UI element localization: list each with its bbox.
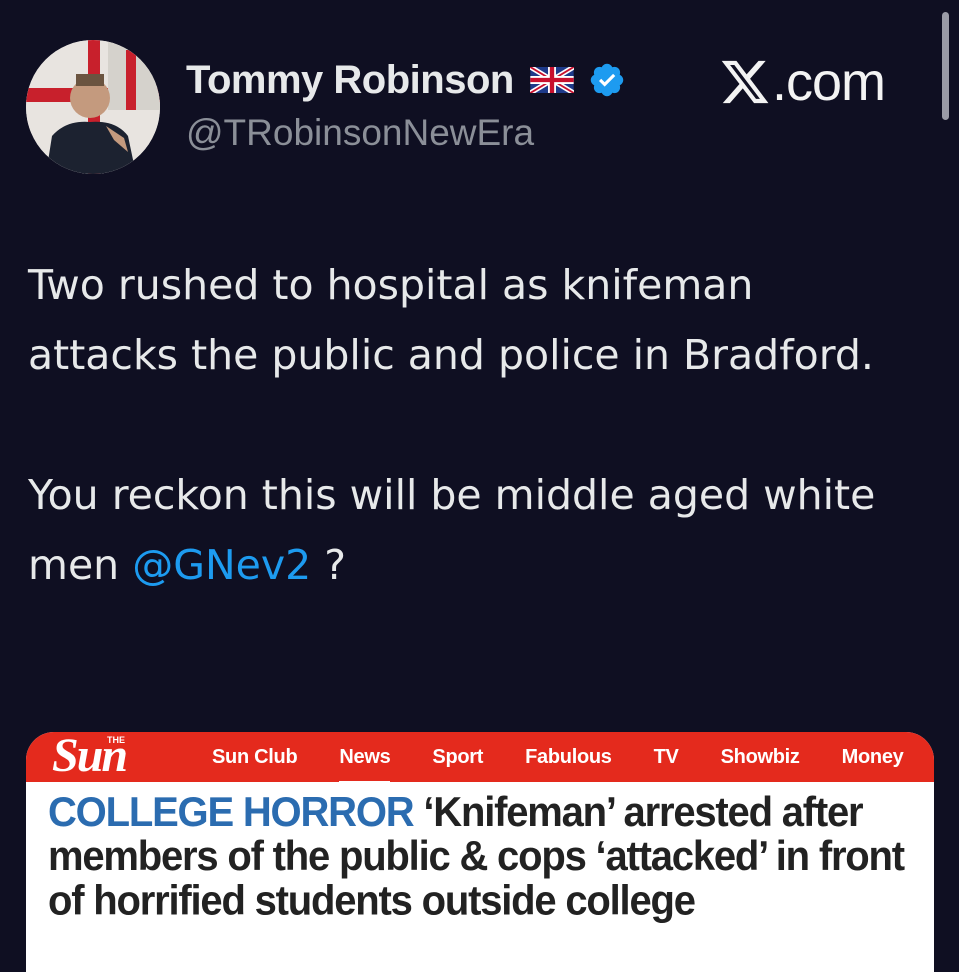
nav-items: Sun Club News Sport Fabulous TV Showbiz … [191,746,925,785]
site-logo: Sun THE [52,732,167,782]
nav-item-tv[interactable]: TV [633,746,700,769]
nav-item-money[interactable]: Money [821,746,925,769]
mention-link[interactable]: @GNev2 [132,541,311,589]
scrollbar[interactable] [942,12,949,120]
nav-item-showbiz[interactable]: Showbiz [700,746,821,769]
display-name[interactable]: Tommy Robinson [186,58,514,103]
x-logo-suffix: .com [772,52,886,112]
site-nav-bar: Sun THE Sun Club News Sport Fabulous TV … [26,732,934,785]
tweet-header: Tommy Robinson @TRobinsonNewEra .com [26,38,926,178]
x-logo-icon [721,60,769,104]
user-handle[interactable]: @TRobinsonNewEra [186,112,534,154]
link-preview-card[interactable]: Sun THE Sun Club News Sport Fabulous TV … [26,732,934,972]
tweet-text: Two rushed to hospital as knifeman attac… [28,250,908,600]
tweet-paragraph: You reckon this will be middle aged whit… [28,460,908,600]
uk-flag-icon [529,67,574,93]
verified-badge-icon [590,63,624,97]
avatar-image [26,40,160,174]
nav-item-sport[interactable]: Sport [411,746,504,769]
tweet-text-segment: ? [311,541,347,589]
site-logo-prefix: THE [107,735,125,745]
x-logo[interactable]: .com [718,52,886,112]
nav-item-sun-club[interactable]: Sun Club [191,746,318,769]
article-headline[interactable]: COLLEGE HORROR ‘Knifeman’ arrested after… [26,782,934,923]
avatar[interactable] [26,40,160,174]
nav-item-fabulous[interactable]: Fabulous [504,746,633,769]
name-row: Tommy Robinson [186,56,626,104]
tweet-paragraph: Two rushed to hospital as knifeman attac… [28,261,874,379]
nav-item-news[interactable]: News [318,746,411,785]
headline-kicker: COLLEGE HORROR [48,789,415,836]
